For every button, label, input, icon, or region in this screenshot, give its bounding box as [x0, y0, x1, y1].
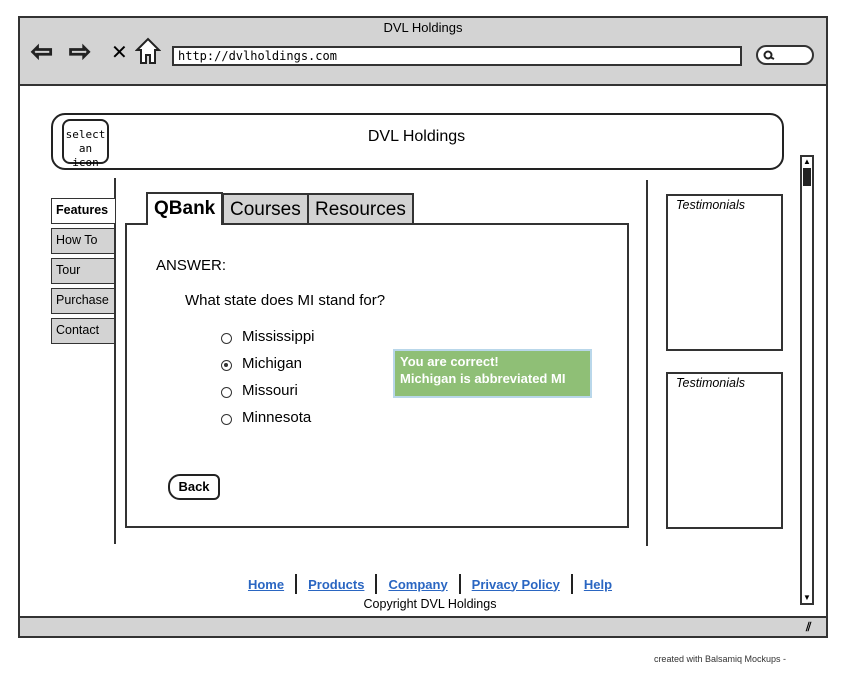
- right-column-divider: [646, 180, 648, 546]
- footer-links: Home Products Company Privacy Policy Hel…: [150, 574, 710, 594]
- testimonials-title: Testimonials: [676, 376, 746, 390]
- feedback-line-1: You are correct!: [400, 354, 499, 369]
- question-text: What state does MI stand for?: [185, 292, 386, 309]
- footer-separator: [458, 574, 461, 594]
- vertical-scrollbar[interactable]: ▲ ▼: [800, 155, 814, 605]
- option-mississippi[interactable]: Mississippi: [221, 325, 315, 347]
- option-minnesota[interactable]: Minnesota: [221, 406, 311, 428]
- search-field[interactable]: [756, 45, 814, 65]
- footer-separator: [570, 574, 573, 594]
- home-icon[interactable]: [134, 37, 162, 65]
- radio-button-selected[interactable]: [221, 359, 232, 371]
- answer-heading: ANSWER:: [156, 257, 227, 274]
- feedback-line-2: Michigan is abbreviated MI: [400, 371, 566, 386]
- status-bar: [20, 616, 826, 636]
- credit-text: created with Balsamiq Mockups -: [653, 654, 786, 664]
- scroll-up-icon[interactable]: ▲: [802, 157, 812, 167]
- window-title: DVL Holdings: [383, 20, 463, 35]
- radio-button[interactable]: [221, 386, 232, 398]
- scroll-down-icon[interactable]: ▼: [802, 593, 812, 603]
- tab-courses[interactable]: Courses: [222, 193, 309, 223]
- footer-separator: [375, 574, 378, 594]
- sidebar-item-how-to[interactable]: How To: [51, 228, 115, 254]
- correct-answer-feedback: You are correct! Michigan is abbreviated…: [393, 349, 592, 398]
- option-label: Mississippi: [242, 327, 315, 345]
- sidebar-item-purchase[interactable]: Purchase: [51, 288, 115, 314]
- option-label: Missouri: [242, 381, 298, 399]
- testimonials-box-2: Testimonials: [666, 372, 783, 529]
- footer-link-products[interactable]: Products: [308, 577, 364, 592]
- forward-arrow-icon[interactable]: ⇨: [68, 37, 91, 65]
- site-title: DVL Holdings: [367, 128, 466, 145]
- footer-link-home[interactable]: Home: [248, 577, 284, 592]
- option-label: Michigan: [242, 354, 303, 372]
- tab-resources[interactable]: Resources: [307, 193, 414, 223]
- testimonials-box-1: Testimonials: [666, 194, 783, 351]
- radio-button[interactable]: [221, 332, 232, 344]
- url-field[interactable]: http://dvlholdings.com: [172, 46, 742, 66]
- scrollbar-thumb[interactable]: [803, 168, 811, 186]
- testimonials-title: Testimonials: [676, 198, 746, 212]
- option-missouri[interactable]: Missouri: [221, 379, 298, 401]
- footer-link-privacy-policy[interactable]: Privacy Policy: [472, 577, 560, 592]
- footer-separator: [295, 574, 298, 594]
- footer-link-company[interactable]: Company: [388, 577, 447, 592]
- sidebar-item-features[interactable]: Features: [51, 198, 115, 224]
- option-label: Minnesota: [242, 408, 312, 426]
- footer-link-help[interactable]: Help: [584, 577, 612, 592]
- radio-button[interactable]: [221, 413, 232, 425]
- search-icon: [763, 50, 775, 60]
- logo-placeholder: select an icon: [62, 119, 109, 169]
- option-michigan[interactable]: Michigan: [221, 352, 302, 374]
- back-button[interactable]: Back: [168, 474, 220, 500]
- sidebar-item-tour[interactable]: Tour: [51, 258, 115, 284]
- close-icon[interactable]: ✕: [111, 40, 128, 65]
- copyright-text: Copyright DVL Holdings: [363, 597, 497, 611]
- back-arrow-icon[interactable]: ⇦: [30, 37, 53, 65]
- tab-qbank[interactable]: QBank: [146, 192, 224, 225]
- sidebar-item-contact[interactable]: Contact: [51, 318, 115, 344]
- resize-grip-icon[interactable]: ⫽: [806, 620, 811, 635]
